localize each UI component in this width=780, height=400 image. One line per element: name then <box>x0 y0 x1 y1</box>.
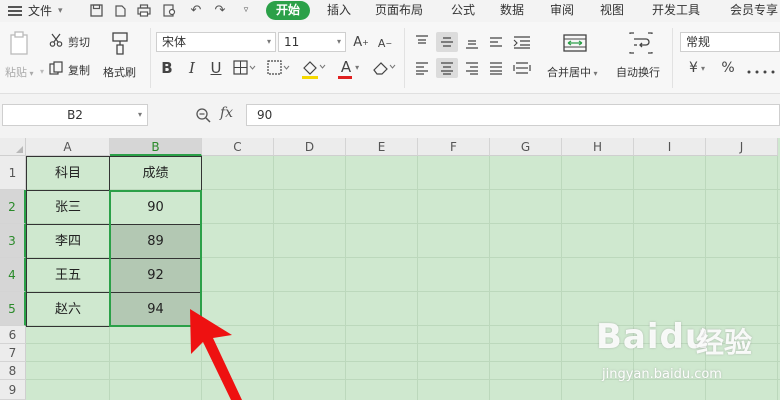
tab-member[interactable]: 会员专享 <box>730 1 778 20</box>
font-name-value: 宋体 <box>162 35 187 49</box>
formula-input[interactable]: 90 <box>246 104 780 126</box>
align-bottom-icon[interactable] <box>462 32 482 52</box>
undo-icon[interactable]: ↶ <box>188 2 204 18</box>
chevron-down-icon: ▾ <box>336 37 341 46</box>
font-size-value: 11 <box>284 35 300 49</box>
font-size-select[interactable]: 11 ▾ <box>278 32 346 52</box>
justify-icon[interactable] <box>486 58 506 78</box>
thousands-separator-button[interactable] <box>746 58 780 78</box>
menu-bar: 文件 ▾ ↶ ↷ ▿ 开始 插入 页面布局 公式 数据 审阅 视图 开发工具 会… <box>0 0 780 22</box>
fill-color-swatch <box>302 76 318 79</box>
align-top-icon[interactable] <box>412 32 432 52</box>
merge-center-icon[interactable] <box>562 30 588 56</box>
clear-format-icon[interactable] <box>370 58 398 78</box>
bold-button[interactable]: B <box>158 58 176 78</box>
indent-icon[interactable] <box>510 32 534 52</box>
cut-button[interactable]: 剪切 <box>68 34 90 50</box>
decrease-font-icon[interactable]: A − <box>376 34 394 52</box>
export-pdf-icon[interactable] <box>112 2 128 18</box>
currency-button[interactable]: ¥ ▾ <box>684 58 710 78</box>
ribbon-toolbar: 粘贴 ▾ 剪切 复制 格式刷 宋体 ▾ 11 ▾ A + A − B I U A… <box>0 22 780 94</box>
ribbon-separator <box>672 28 673 88</box>
copy-button[interactable]: 复制 <box>68 62 90 78</box>
increase-font-icon[interactable]: A + <box>352 32 370 52</box>
font-name-select[interactable]: 宋体 ▾ <box>156 32 276 52</box>
orientation-icon[interactable] <box>486 32 506 52</box>
spreadsheet-app-window: 文件 ▾ ↶ ↷ ▿ 开始 插入 页面布局 公式 数据 审阅 视图 开发工具 会… <box>0 0 780 400</box>
zoom-formula-icon[interactable] <box>194 106 212 124</box>
tab-review[interactable]: 审阅 <box>550 1 574 20</box>
chevron-down-icon: ▾ <box>58 5 63 16</box>
copy-icon[interactable] <box>48 60 64 76</box>
save-icon[interactable] <box>88 2 104 18</box>
name-box[interactable]: B2 ▾ <box>2 104 148 126</box>
tab-data[interactable]: 数据 <box>500 1 524 20</box>
fill-color-icon[interactable] <box>300 58 328 78</box>
format-painter-icon[interactable] <box>108 30 132 56</box>
currency-glyph: ¥ <box>689 60 698 76</box>
number-format-select[interactable]: 常规 <box>680 32 780 52</box>
paste-icon[interactable] <box>8 30 30 56</box>
customize-toolbar-icon[interactable]: ▿ <box>238 2 254 18</box>
tab-view[interactable]: 视图 <box>600 1 624 20</box>
paste-options-chevron-icon[interactable]: ▾ <box>37 66 47 76</box>
align-left-icon[interactable] <box>412 58 432 78</box>
format-painter-button[interactable]: 格式刷 <box>103 64 136 80</box>
print-preview-icon[interactable] <box>162 2 178 18</box>
name-box-value: B2 <box>67 108 83 122</box>
font-color-glyph: A <box>340 58 352 76</box>
redo-icon[interactable]: ↷ <box>212 2 228 18</box>
number-format-value: 常规 <box>686 35 711 49</box>
align-right-icon[interactable] <box>462 58 482 78</box>
paste-label[interactable]: 粘贴 ▾ <box>5 64 34 80</box>
align-middle-icon[interactable] <box>436 32 458 52</box>
borders-icon[interactable] <box>232 59 258 77</box>
tab-home[interactable]: 开始 <box>266 1 311 20</box>
tab-developer[interactable]: 开发工具 <box>652 1 700 20</box>
spreadsheet-grid[interactable]: ABCDEFGHIJ 123456789 科目 成绩 张三 90 李四 89 王… <box>0 138 780 400</box>
file-menu-label: 文件 <box>28 4 53 18</box>
chevron-down-icon: ▾ <box>137 110 142 119</box>
wrap-text-button[interactable]: 自动换行 <box>616 64 660 80</box>
merge-center-button[interactable]: 合并居中 ▾ <box>547 64 598 80</box>
align-center-icon[interactable] <box>436 58 458 78</box>
tab-page-layout[interactable]: 页面布局 <box>375 1 423 20</box>
ribbon-separator <box>404 28 405 88</box>
distributed-icon[interactable] <box>510 58 534 78</box>
insert-function-icon[interactable]: fx <box>220 105 233 121</box>
chevron-down-icon: ▾ <box>266 37 271 46</box>
ribbon-separator <box>150 28 151 88</box>
print-icon[interactable] <box>136 2 152 18</box>
tab-insert[interactable]: 插入 <box>327 1 351 20</box>
percent-button[interactable]: % <box>718 58 738 78</box>
conditional-fill-icon[interactable] <box>266 59 292 77</box>
hamburger-menu-icon <box>8 5 22 16</box>
font-color-swatch <box>338 76 352 79</box>
font-color-button[interactable]: A ▾ <box>336 57 364 77</box>
wrap-text-icon[interactable] <box>628 30 654 56</box>
annotation-arrow-icon <box>190 309 242 400</box>
underline-button[interactable]: U <box>207 58 225 78</box>
tab-formulas[interactable]: 公式 <box>451 1 475 20</box>
scissors-icon[interactable] <box>48 32 64 48</box>
formula-bar: B2 ▾ fx 90 <box>0 94 780 138</box>
italic-button[interactable]: I <box>183 58 201 78</box>
file-menu[interactable]: 文件 ▾ <box>8 2 63 19</box>
